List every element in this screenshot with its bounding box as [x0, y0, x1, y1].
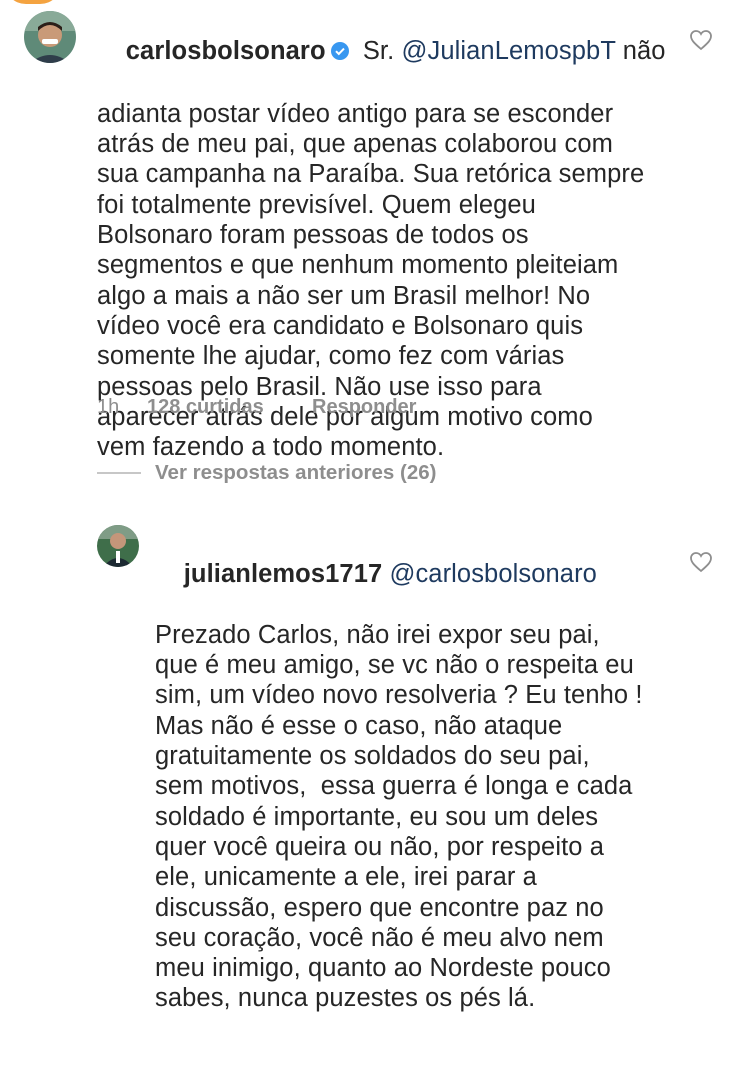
comment-likes[interactable]: 128 curtidas — [147, 396, 312, 419]
avatar-julian[interactable] — [97, 525, 139, 567]
story-ring — [4, 0, 62, 4]
reply-button[interactable]: Responder — [312, 396, 416, 419]
comment-body: Prezado Carlos, não irei expor seu pai, … — [155, 620, 643, 1013]
comment-first-line-rest: não — [615, 37, 666, 66]
comment-time: 1h — [97, 396, 120, 418]
avatar-carlos[interactable] — [24, 11, 76, 63]
comment-meta: 1h 128 curtidas Responder — [97, 396, 416, 419]
replies-divider — [97, 472, 141, 474]
comment-text-carlos: carlosbolsonaro Sr. @JulianLemospbT não … — [97, 6, 666, 523]
mention-link[interactable]: @carlosbolsonaro — [389, 560, 597, 588]
heart-outline-icon[interactable] — [689, 29, 713, 51]
verified-badge-icon — [330, 38, 350, 68]
heart-outline-icon[interactable] — [689, 551, 713, 573]
comment-text-julian: julianlemos1717 @carlosbolsonaro Prezado… — [155, 529, 643, 1074]
comment-prefix: Sr. — [355, 37, 402, 66]
view-replies-label: Ver respostas anteriores (26) — [155, 461, 437, 484]
view-replies-button[interactable]: Ver respostas anteriores (26) — [97, 461, 436, 485]
mention-link[interactable]: @JulianLemospbT — [402, 37, 616, 65]
comment-username[interactable]: carlosbolsonaro — [126, 37, 326, 65]
comment-username[interactable]: julianlemos1717 — [184, 560, 383, 588]
